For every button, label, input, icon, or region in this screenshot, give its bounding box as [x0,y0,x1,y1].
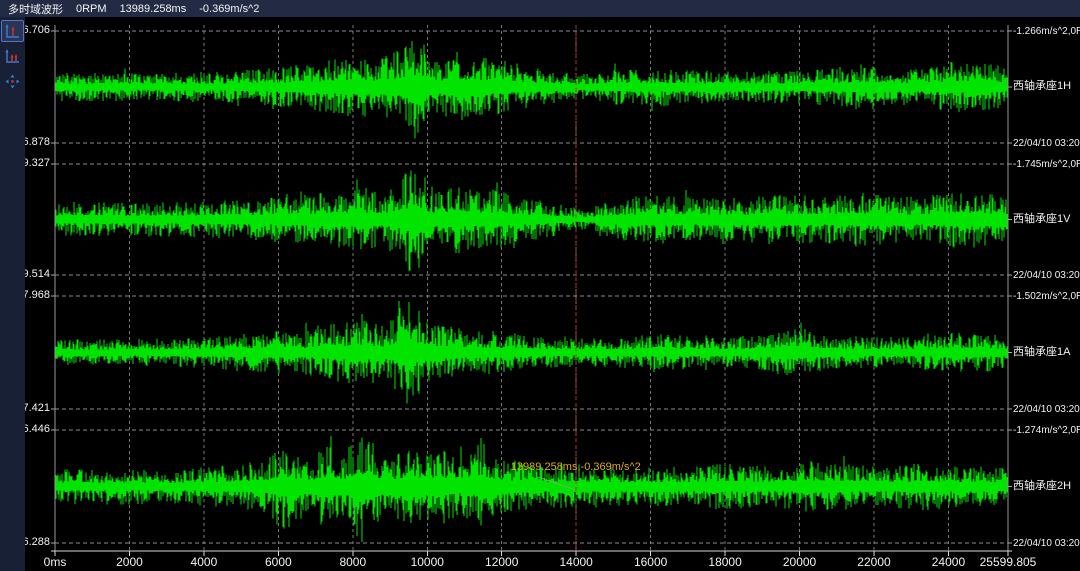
page-title: 多时域波形 [8,1,63,17]
waveform-trace [56,41,1007,138]
single-cursor-tool-button[interactable] [1,20,24,42]
tool-sidebar [0,17,25,571]
cursor-annotation: 13989.258ms,-0.369m/s^2 [511,461,641,473]
single-cursor-icon [5,24,20,39]
title-bar: 多时域波形 0RPM 13989.258ms -0.369m/s^2 [0,0,1080,17]
waveform-plot-area[interactable]: 6.706-6.878-1.266m/s^2,0RPM西轴承座1H22/04/1… [0,0,1080,571]
pan-move-icon [5,74,20,89]
harmonic-cursor-tool-button[interactable] [1,45,24,67]
harmonic-cursor-icon [5,49,20,64]
waveform-canvas [0,0,1080,571]
waveform-trace [56,436,1007,542]
waveform-trace [56,301,1007,403]
waveform-trace [56,171,1007,271]
header-rpm-value: 0RPM [76,3,107,15]
pan-tool-button[interactable] [1,70,24,92]
app-window: 6.706-6.878-1.266m/s^2,0RPM西轴承座1H22/04/1… [0,0,1080,571]
header-cursor-value: -0.369m/s^2 [199,3,259,15]
header-cursor-time: 13989.258ms [120,3,187,15]
